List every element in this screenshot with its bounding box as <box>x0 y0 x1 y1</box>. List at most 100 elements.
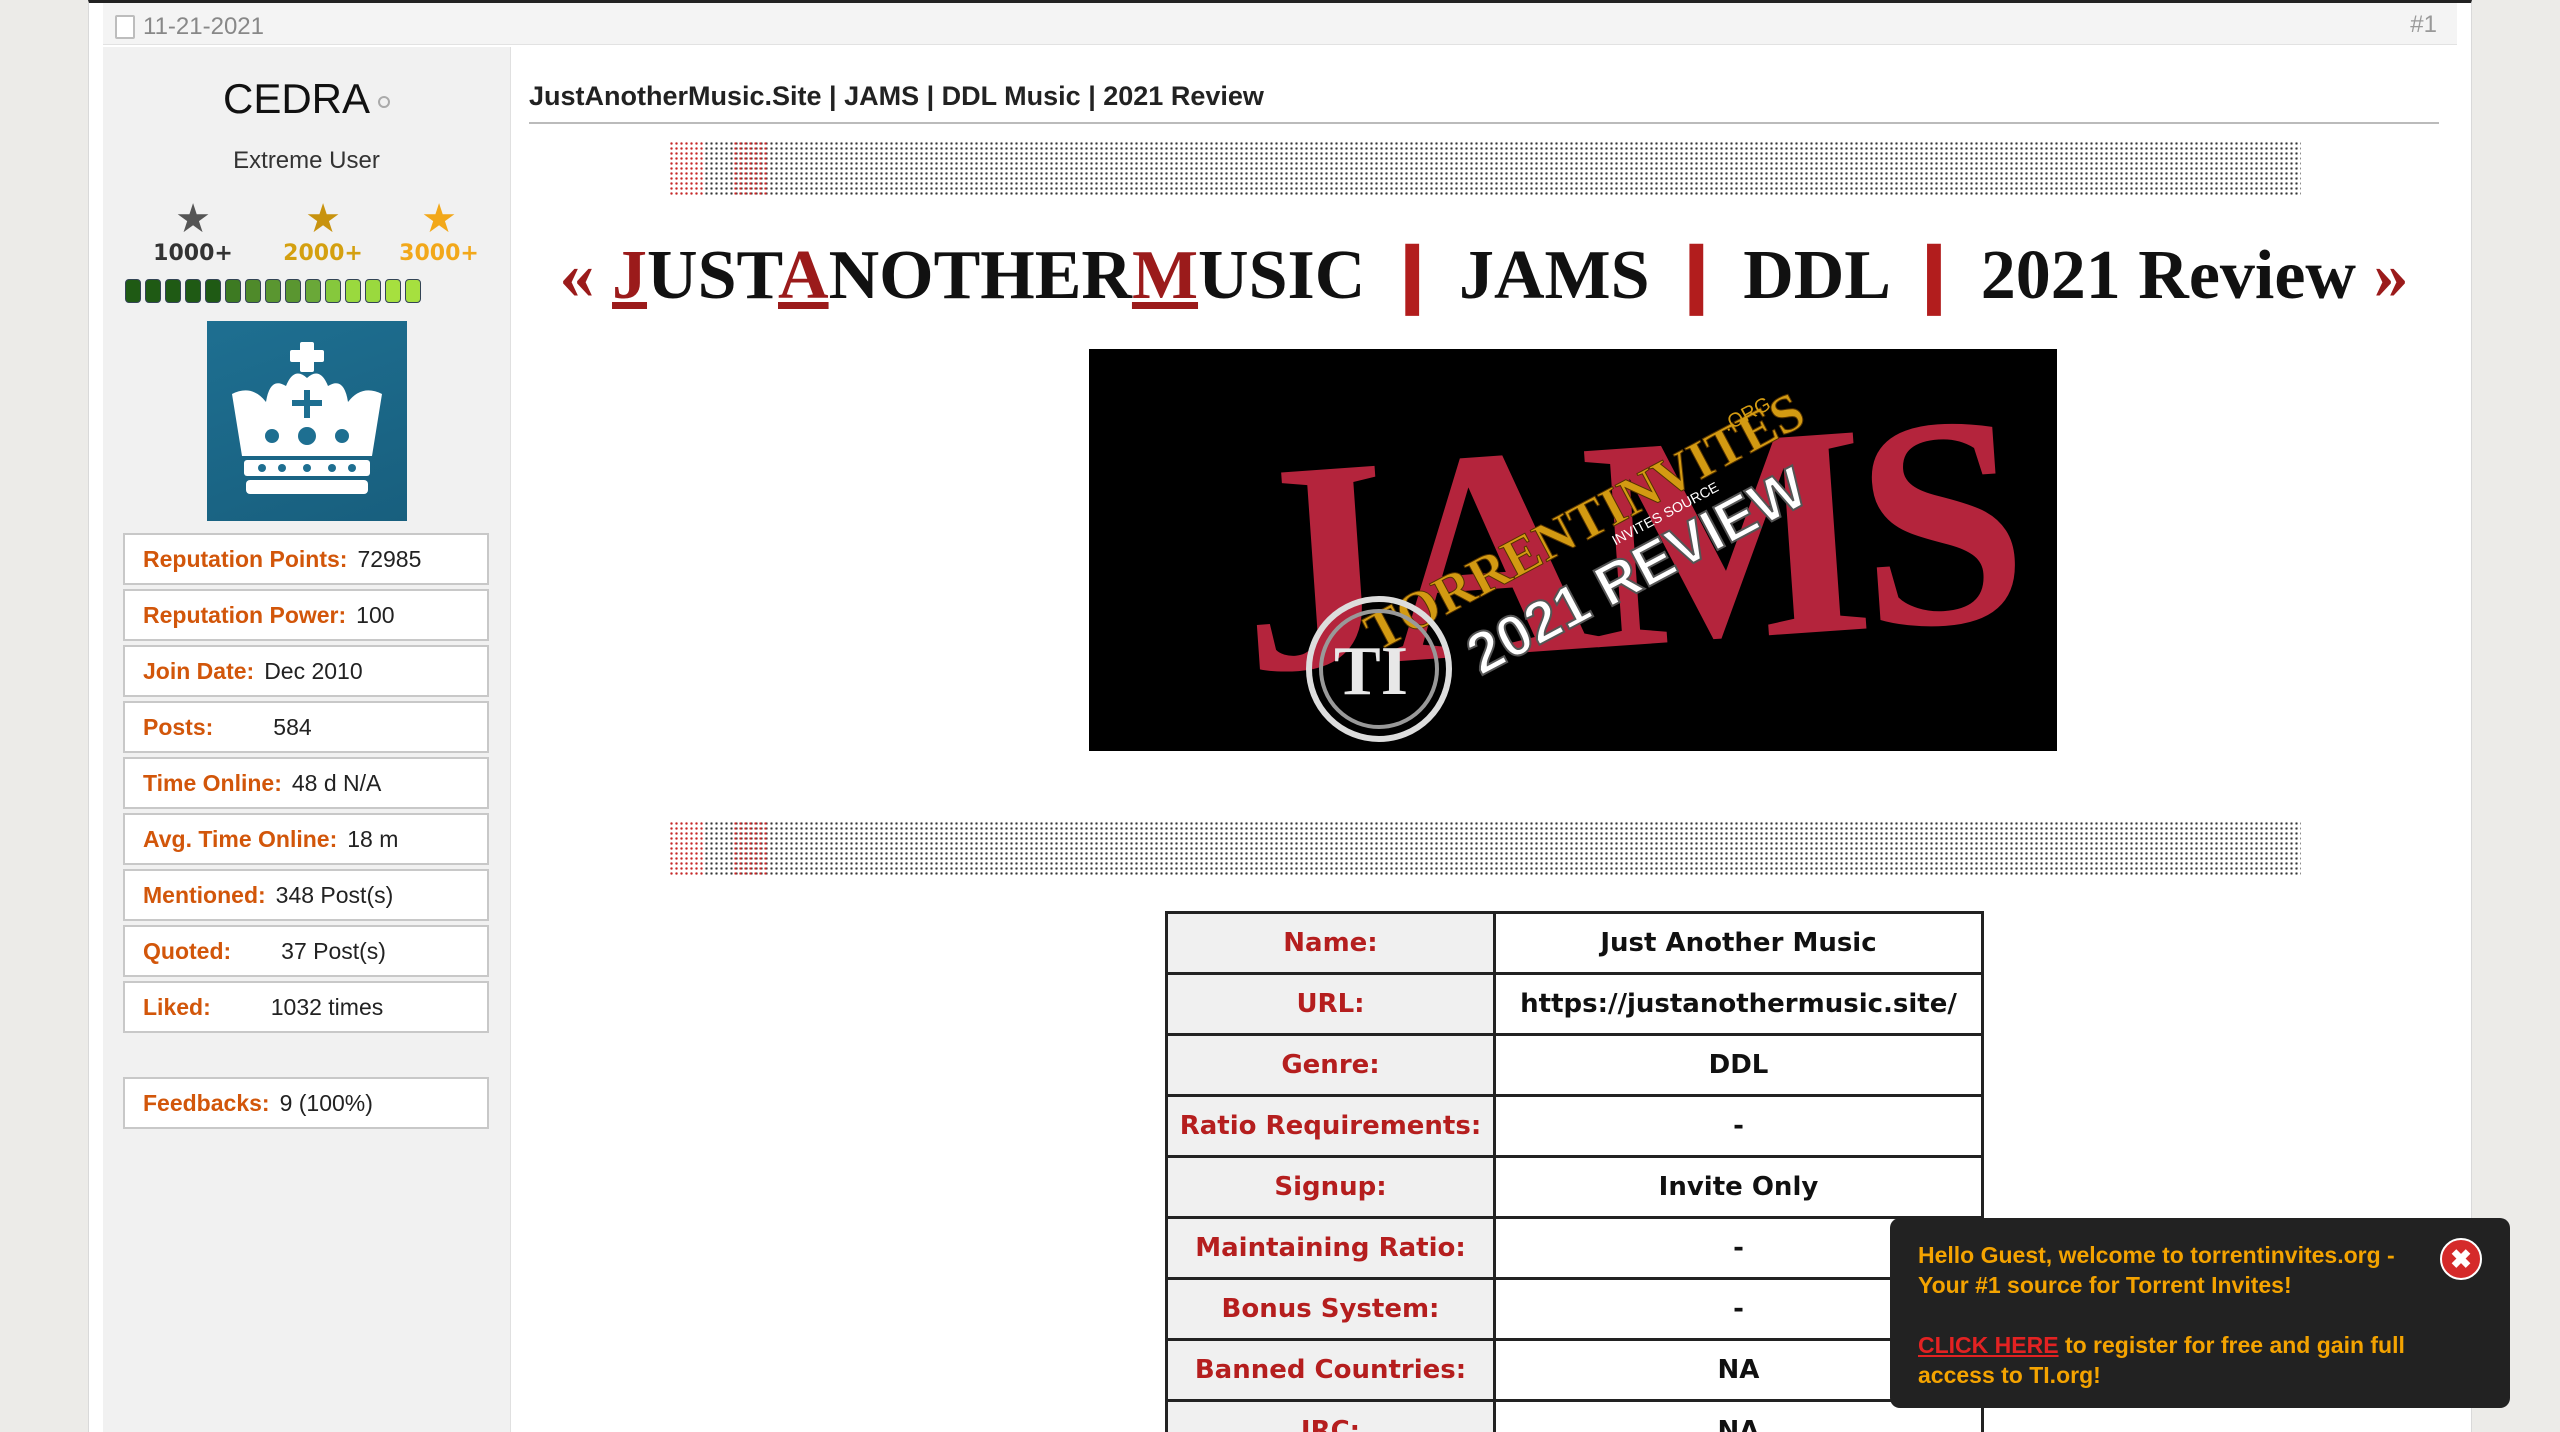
stat-liked: Liked: 1032 times <box>123 981 489 1033</box>
post-header: 11-21-2021 #1 <box>103 3 2457 45</box>
headline-text: UST <box>647 237 778 314</box>
stat-label: Reputation Points: <box>143 546 348 572</box>
stat-value: 72985 <box>357 546 422 572</box>
headline-letter: M <box>1131 237 1199 314</box>
reputation-segment <box>345 279 361 303</box>
stat-value: 1032 times <box>270 994 384 1020</box>
reputation-segment <box>205 279 221 303</box>
reputation-segment <box>125 279 141 303</box>
review-banner-image: JAMS TORRENTINVITES .ORG INVITES SOURCE … <box>1089 349 2057 751</box>
divider-red-segment <box>669 141 703 197</box>
popup-register-row: CLICK HERE to register for free and gain… <box>1918 1330 2482 1390</box>
headline-separator: ❙ <box>1382 237 1442 314</box>
reputation-segment <box>185 279 201 303</box>
headline-text: USIC <box>1198 237 1366 314</box>
reputation-bar <box>125 279 421 305</box>
username-link[interactable]: CEDRA <box>223 75 370 122</box>
stat-label: Time Online: <box>143 770 282 796</box>
reputation-segment <box>405 279 421 303</box>
info-label: URL: <box>1165 972 1496 1036</box>
crown-icon <box>232 342 382 494</box>
close-icon[interactable]: ✖ <box>2440 1238 2482 1280</box>
banner-badge: TI <box>1334 633 1408 710</box>
stat-value: 48 d N/A <box>291 770 382 796</box>
offline-status-icon <box>378 95 391 108</box>
user-info-sidebar: CEDRA Extreme User ★ 1000+ ★ 2000+ ★ 300… <box>103 47 511 1432</box>
headline-close-quote: » <box>2373 237 2409 314</box>
table-row: Ratio Requirements: - <box>1165 1094 1984 1158</box>
stat-label: Quoted: <box>143 938 232 964</box>
star-rank-2000: ★ 2000+ <box>273 197 373 266</box>
headline-open-quote: « <box>559 237 595 314</box>
reputation-segment <box>145 279 161 303</box>
post-number-link[interactable]: #1 <box>2410 11 2437 39</box>
divider-red-segment <box>733 141 767 197</box>
table-row: Banned Countries: NA <box>1165 1338 1984 1402</box>
guest-welcome-popup: Hello Guest, welcome to torrentinvites.o… <box>1890 1218 2510 1408</box>
dotted-divider-top <box>669 141 2301 197</box>
user-avatar[interactable] <box>207 321 407 521</box>
stat-value: 18 m <box>347 826 399 852</box>
stat-value[interactable]: 348 Post(s) <box>276 882 394 908</box>
stat-value: 100 <box>356 602 395 628</box>
info-label: Ratio Requirements: <box>1165 1094 1496 1158</box>
headline-text: NOTHER <box>828 237 1132 314</box>
info-label: Maintaining Ratio: <box>1165 1216 1496 1280</box>
stat-label: Avg. Time Online: <box>143 826 338 852</box>
username-row: CEDRA <box>103 75 510 123</box>
divider-red-segment <box>733 821 767 877</box>
reputation-segment <box>305 279 321 303</box>
reputation-segment <box>325 279 341 303</box>
reputation-segment <box>365 279 381 303</box>
info-value: DDL <box>1493 1033 1984 1097</box>
info-label: Name: <box>1165 911 1496 975</box>
info-label: Genre: <box>1165 1033 1496 1097</box>
headline-letter: A <box>778 237 829 314</box>
stat-posts: Posts: 584 <box>123 701 489 753</box>
headline-letter: J <box>612 237 648 314</box>
stat-quoted: Quoted: 37 Post(s) <box>123 925 489 977</box>
banner-graphic: JAMS TORRENTINVITES .ORG INVITES SOURCE … <box>1228 351 2026 742</box>
reputation-segment <box>245 279 261 303</box>
register-link[interactable]: CLICK HERE <box>1918 1332 2059 1358</box>
star-icon: ★ <box>175 197 211 241</box>
info-label: IRC: <box>1165 1399 1496 1432</box>
info-value: Invite Only <box>1493 1155 1984 1219</box>
headline-text: JAMS <box>1458 237 1650 314</box>
stat-value: Dec 2010 <box>264 658 363 684</box>
table-row: Signup: Invite Only <box>1165 1155 1984 1219</box>
reputation-segment <box>385 279 401 303</box>
headline-separator: ❙ <box>1904 237 1964 314</box>
stat-label: Reputation Power: <box>143 602 347 628</box>
stat-feedbacks[interactable]: Feedbacks: 9 (100%) <box>123 1077 489 1129</box>
star-label: 3000+ <box>399 241 479 266</box>
table-row: URL: https://justanothermusic.site/ <box>1165 972 1984 1036</box>
reputation-segment <box>165 279 181 303</box>
table-row: Genre: DDL <box>1165 1033 1984 1097</box>
stat-reputation-power: Reputation Power: 100 <box>123 589 489 641</box>
stat-value[interactable]: 37 Post(s) <box>281 938 386 964</box>
star-rank-3000: ★ 3000+ <box>389 197 489 266</box>
info-label: Banned Countries: <box>1165 1338 1496 1402</box>
headline-text: DDL <box>1743 237 1888 314</box>
reputation-segment <box>265 279 281 303</box>
site-info-table: Name: Just Another Music URL: https://just… <box>1165 911 1984 1432</box>
stat-label: Mentioned: <box>143 882 266 908</box>
table-row: Name: Just Another Music <box>1165 911 1984 975</box>
headline-separator: ❙ <box>1667 237 1726 314</box>
stat-avg-time-online: Avg. Time Online: 18 m <box>123 813 489 865</box>
rank-stars: ★ 1000+ ★ 2000+ ★ 3000+ <box>143 197 503 277</box>
stat-reputation-points: Reputation Points: 72985 <box>123 533 489 585</box>
table-row: Maintaining Ratio: - <box>1165 1216 1984 1280</box>
headline-text: 2021 Review <box>1980 237 2356 314</box>
dotted-divider-bottom <box>669 821 2301 877</box>
reputation-segment <box>225 279 241 303</box>
stat-value: 9 (100%) <box>279 1090 373 1116</box>
star-label: 1000+ <box>153 241 233 266</box>
reputation-segment <box>285 279 301 303</box>
stat-time-online: Time Online: 48 d N/A <box>123 757 489 809</box>
stat-value: 584 <box>273 714 312 740</box>
post-title: JustAnotherMusic.Site | JAMS | DDL Music… <box>529 81 2439 124</box>
divider-red-segment <box>669 821 703 877</box>
info-label: Signup: <box>1165 1155 1496 1219</box>
